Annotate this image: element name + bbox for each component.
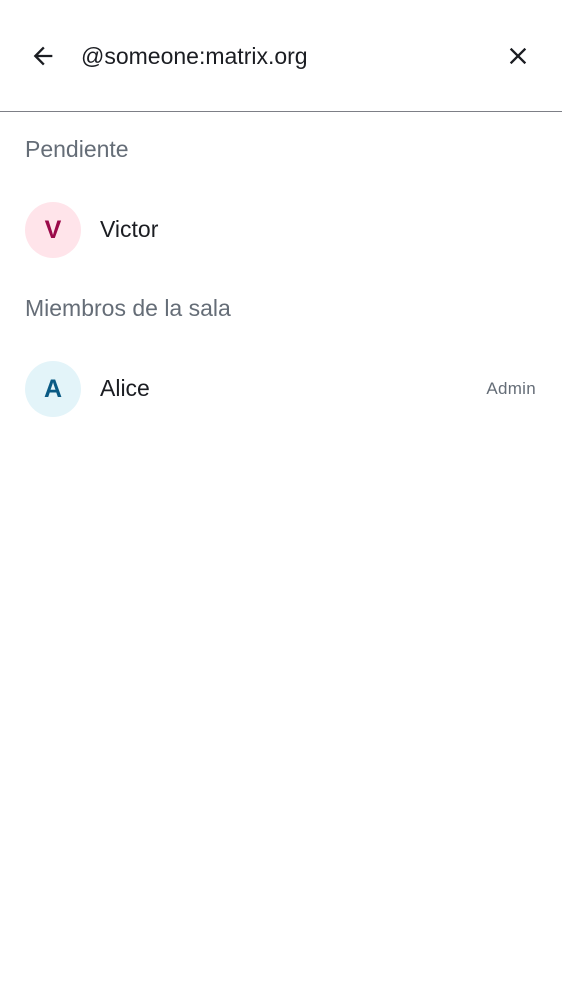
member-row-alice[interactable]: A Alice Admin bbox=[0, 349, 562, 429]
arrow-back-icon bbox=[33, 46, 53, 66]
back-button[interactable] bbox=[23, 36, 63, 76]
avatar: A bbox=[25, 361, 81, 417]
close-icon bbox=[509, 47, 527, 65]
search-input[interactable] bbox=[81, 36, 481, 76]
clear-search-button[interactable] bbox=[498, 36, 538, 76]
role-badge: Admin bbox=[486, 379, 536, 398]
avatar: V bbox=[25, 202, 81, 258]
member-name: Alice bbox=[100, 375, 150, 401]
section-header-pending: Pendiente bbox=[25, 136, 129, 162]
section-header-room-members: Miembros de la sala bbox=[25, 295, 231, 321]
search-toolbar bbox=[0, 0, 562, 112]
member-name: Victor bbox=[100, 216, 159, 242]
member-row-victor[interactable]: V Victor bbox=[0, 190, 562, 270]
